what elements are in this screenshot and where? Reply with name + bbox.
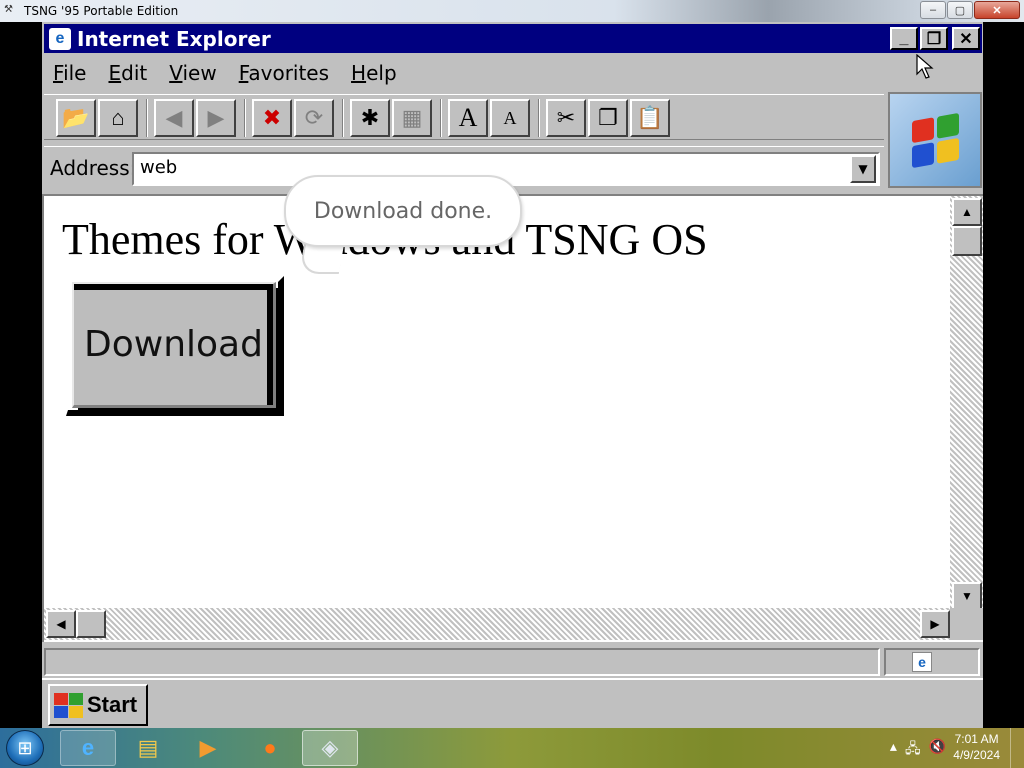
volume-muted-icon[interactable]: 🔇	[929, 738, 946, 762]
copy-icon[interactable]: ❐	[588, 99, 628, 137]
toolbar-separator	[440, 99, 442, 137]
host-maximize-button[interactable]: ▢	[947, 1, 973, 19]
decrease-font-icon[interactable]: A	[490, 99, 530, 137]
emulated-taskbar: Start	[42, 678, 983, 728]
toolbar-separator	[342, 99, 344, 137]
ie-minimize-button[interactable]: _	[890, 27, 918, 50]
ie-window-title: Internet Explorer	[77, 26, 271, 51]
firefox-icon[interactable]: ●	[242, 730, 298, 766]
page-content: Themes for Windows and TSNG OS Download …	[42, 194, 983, 642]
paste-icon[interactable]: 📋	[630, 99, 670, 137]
internet-explorer-icon[interactable]: e	[60, 730, 116, 766]
increase-font-icon[interactable]: A	[448, 99, 488, 137]
stop-icon[interactable]: ✖	[252, 99, 292, 137]
host-minimize-button[interactable]: –	[920, 1, 946, 19]
favorites-folder-icon[interactable]: ✱	[350, 99, 390, 137]
clock-time: 7:01 AM	[954, 732, 999, 746]
status-zone-pane: e	[884, 648, 980, 676]
horizontal-scrollbar[interactable]: ◀ ▶	[44, 608, 950, 640]
host-taskbar: ⊞ e ▤ ▶ ● ◈ ▴ 🖧 🔇 7:01 AM 4/9/2024	[0, 728, 1024, 768]
host-clock[interactable]: 7:01 AM 4/9/2024	[953, 731, 1000, 763]
windows-flag-icon	[911, 112, 959, 168]
home-icon[interactable]: ⌂	[98, 99, 138, 137]
status-bar: e	[42, 646, 983, 678]
show-desktop-button[interactable]	[1010, 728, 1024, 768]
status-text-pane	[44, 648, 880, 676]
menu-view[interactable]: View	[158, 61, 227, 85]
clock-date: 4/9/2024	[953, 748, 1000, 762]
menu-help[interactable]: Help	[340, 61, 408, 85]
host-title-bar: ⚒ TSNG '95 Portable Edition – ▢ ✕	[0, 0, 1024, 22]
ie-title-bar[interactable]: e Internet Explorer _ ❐ ✕	[44, 24, 982, 53]
ie-zone-icon: e	[912, 652, 932, 672]
horizontal-scroll-thumb[interactable]	[76, 610, 106, 638]
menu-favorites[interactable]: Favorites	[228, 61, 340, 85]
host-window-title: TSNG '95 Portable Edition	[24, 4, 179, 18]
file-explorer-icon[interactable]: ▤	[120, 730, 176, 766]
refresh-icon[interactable]: ⟳	[294, 99, 334, 137]
toolbar-separator	[244, 99, 246, 137]
ie-close-button[interactable]: ✕	[952, 27, 980, 50]
host-close-button[interactable]: ✕	[974, 1, 1020, 19]
ie-restore-button[interactable]: ❐	[920, 27, 948, 50]
scrollbar-corner	[950, 608, 983, 640]
system-tray: ▴ 🖧 🔇	[890, 738, 946, 762]
address-label: Address:	[50, 155, 137, 180]
ie-logo-icon: e	[49, 27, 71, 50]
toolbar: 📂 ⌂ ◀ ▶ ✖ ⟳ ✱ ▦ A A ✂ ❐ 📋	[44, 94, 884, 140]
download-button[interactable]: Download	[72, 282, 276, 408]
scroll-right-icon[interactable]: ▶	[920, 610, 950, 638]
toolbar-separator	[146, 99, 148, 137]
channels-icon[interactable]: ▦	[392, 99, 432, 137]
windows-logo-animation	[888, 92, 982, 188]
show-hidden-icons-icon[interactable]: ▴	[890, 738, 897, 762]
cut-icon[interactable]: ✂	[546, 99, 586, 137]
ie-window: e Internet Explorer _ ❐ ✕ File Edit View…	[42, 22, 983, 678]
scroll-down-icon[interactable]: ▼	[952, 582, 982, 610]
vertical-scroll-thumb[interactable]	[952, 226, 982, 256]
address-value: web	[140, 157, 178, 178]
media-player-icon[interactable]: ▶	[180, 730, 236, 766]
start-label: Start	[87, 692, 138, 717]
virtualbox-icon[interactable]: ◈	[302, 730, 358, 766]
menu-bar: File Edit View Favorites Help	[44, 56, 982, 90]
chevron-down-icon[interactable]: ▼	[850, 155, 876, 183]
open-folder-icon[interactable]: 📂	[56, 99, 96, 137]
scroll-left-icon[interactable]: ◀	[46, 610, 76, 638]
host-app-icon: ⚒	[4, 4, 13, 15]
toolbar-separator	[538, 99, 540, 137]
download-tooltip: Download done.	[284, 175, 522, 247]
vertical-scrollbar[interactable]: ▲ ▼	[950, 196, 983, 610]
scroll-up-icon[interactable]: ▲	[952, 198, 982, 226]
host-start-orb-icon[interactable]: ⊞	[6, 730, 44, 766]
emulator-screen: e Internet Explorer _ ❐ ✕ File Edit View…	[42, 22, 983, 728]
back-icon[interactable]: ◀	[154, 99, 194, 137]
mouse-cursor-icon	[916, 54, 934, 79]
menu-file[interactable]: File	[44, 61, 97, 85]
menu-edit[interactable]: Edit	[97, 61, 158, 85]
windows-logo-icon	[54, 692, 83, 718]
start-button[interactable]: Start	[48, 684, 148, 726]
network-icon[interactable]: 🖧	[905, 738, 921, 762]
forward-icon[interactable]: ▶	[196, 99, 236, 137]
